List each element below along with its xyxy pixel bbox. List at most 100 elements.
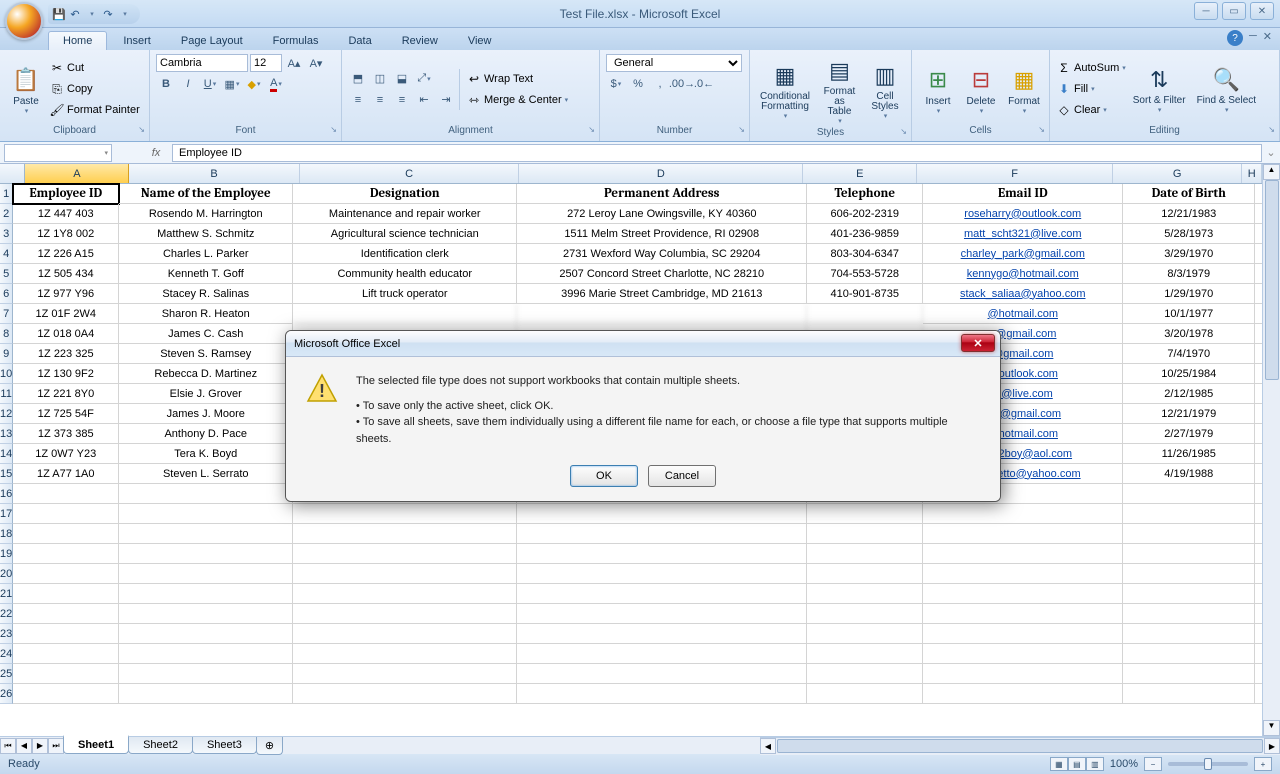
tab-data[interactable]: Data <box>334 32 385 50</box>
underline-button[interactable]: U▾ <box>200 74 220 94</box>
cell[interactable] <box>923 644 1123 664</box>
align-top-button[interactable]: ⬒ <box>348 69 368 89</box>
qat-customize[interactable]: ▾ <box>118 7 132 21</box>
align-center-button[interactable]: ≡ <box>370 90 390 110</box>
cell[interactable] <box>807 644 923 664</box>
cancel-button[interactable]: Cancel <box>648 465 716 487</box>
sheet-tab-3[interactable]: Sheet3 <box>192 737 257 754</box>
row-header[interactable]: 12 <box>0 404 13 424</box>
cell[interactable] <box>293 524 517 544</box>
cell[interactable]: 3996 Marie Street Cambridge, MD 21613 <box>517 284 807 304</box>
cell[interactable] <box>1255 524 1262 544</box>
cell[interactable] <box>1255 344 1262 364</box>
sheet-nav-last[interactable]: ⏭ <box>48 738 64 754</box>
cell[interactable]: Elsie J. Grover <box>119 384 293 404</box>
cell[interactable] <box>807 544 923 564</box>
row-header[interactable]: 15 <box>0 464 13 484</box>
sheet-nav-first[interactable]: ⏮ <box>0 738 16 754</box>
cell[interactable]: Steven L. Serrato <box>119 464 293 484</box>
cell[interactable] <box>119 504 293 524</box>
sheet-nav-next[interactable]: ▶ <box>32 738 48 754</box>
grow-font-button[interactable]: A▴ <box>284 53 304 73</box>
cell[interactable]: 272 Leroy Lane Owingsville, KY 40360 <box>517 204 807 224</box>
row-header[interactable]: 5 <box>0 264 13 284</box>
autosum-button[interactable]: ΣAutoSum▾ <box>1056 58 1126 78</box>
cell[interactable] <box>1255 444 1262 464</box>
cell[interactable] <box>119 604 293 624</box>
insert-cell-button[interactable]: ⊞Insert▾ <box>918 62 958 117</box>
cell[interactable] <box>807 604 923 624</box>
maximize-button[interactable]: ▭ <box>1222 2 1246 20</box>
row-header[interactable]: 23 <box>0 624 13 644</box>
cell[interactable]: Employee ID <box>13 184 119 204</box>
cell[interactable]: James J. Moore <box>119 404 293 424</box>
cell[interactable]: Tera K. Boyd <box>119 444 293 464</box>
column-header-D[interactable]: D <box>519 164 803 183</box>
sheet-tab-2[interactable]: Sheet2 <box>128 737 193 754</box>
cell[interactable] <box>13 584 119 604</box>
conditional-formatting-button[interactable]: ▦Conditional Formatting▾ <box>756 58 814 122</box>
row-header[interactable]: 17 <box>0 504 13 524</box>
cell-styles-button[interactable]: ▥Cell Styles▾ <box>865 58 905 122</box>
row-header[interactable]: 20 <box>0 564 13 584</box>
cell[interactable] <box>807 684 923 704</box>
column-header-F[interactable]: F <box>917 164 1113 183</box>
cell[interactable] <box>1255 464 1262 484</box>
cell[interactable]: 1Z 373 385 <box>13 424 119 444</box>
cell[interactable] <box>1255 364 1262 384</box>
cell[interactable] <box>13 524 119 544</box>
row-header[interactable]: 19 <box>0 544 13 564</box>
cell[interactable] <box>923 524 1123 544</box>
cell[interactable]: Matthew S. Schmitz <box>119 224 293 244</box>
cell[interactable] <box>807 664 923 684</box>
cell[interactable] <box>1123 564 1255 584</box>
cell[interactable] <box>923 564 1123 584</box>
cell[interactable] <box>1123 604 1255 624</box>
cell[interactable]: James C. Cash <box>119 324 293 344</box>
cell[interactable] <box>517 604 807 624</box>
cell[interactable]: Rebecca D. Martinez <box>119 364 293 384</box>
cell[interactable] <box>119 484 293 504</box>
bold-button[interactable]: B <box>156 74 176 94</box>
cell[interactable]: Charles L. Parker <box>119 244 293 264</box>
cell[interactable]: 11/26/1985 <box>1123 444 1255 464</box>
orientation-button[interactable]: ⤢▾ <box>414 69 434 89</box>
cell[interactable]: 2507 Concord Street Charlotte, NC 28210 <box>517 264 807 284</box>
align-right-button[interactable]: ≡ <box>392 90 412 110</box>
cell[interactable] <box>517 504 807 524</box>
cell[interactable] <box>293 684 517 704</box>
cell[interactable] <box>807 584 923 604</box>
cell[interactable] <box>1123 524 1255 544</box>
cell[interactable]: 8/3/1979 <box>1123 264 1255 284</box>
cell[interactable]: 3/29/1970 <box>1123 244 1255 264</box>
cell[interactable]: 10/25/1984 <box>1123 364 1255 384</box>
decrease-decimal-button[interactable]: .0← <box>694 74 714 94</box>
cell[interactable] <box>807 624 923 644</box>
cell[interactable] <box>119 644 293 664</box>
row-header[interactable]: 4 <box>0 244 13 264</box>
format-painter-button[interactable]: 🖌Format Painter <box>49 100 140 120</box>
cell[interactable]: Community health educator <box>293 264 517 284</box>
row-header[interactable]: 25 <box>0 664 13 684</box>
formula-input[interactable]: Employee ID <box>172 144 1262 162</box>
cell[interactable]: 1Z A77 1A0 <box>13 464 119 484</box>
tab-formulas[interactable]: Formulas <box>259 32 333 50</box>
cell[interactable] <box>923 604 1123 624</box>
cell[interactable] <box>1255 384 1262 404</box>
cell[interactable]: Lift truck operator <box>293 284 517 304</box>
cell[interactable]: Permanent Address <box>517 184 807 204</box>
hscroll-right[interactable]: ▶ <box>1264 738 1280 754</box>
cell[interactable]: 1Z 221 8Y0 <box>13 384 119 404</box>
align-middle-button[interactable]: ◫ <box>370 69 390 89</box>
cell[interactable] <box>1123 484 1255 504</box>
cell[interactable]: roseharry@outlook.com <box>923 204 1123 224</box>
vertical-scrollbar[interactable]: ▲ ▼ <box>1262 164 1280 736</box>
cell[interactable] <box>119 664 293 684</box>
tab-home[interactable]: Home <box>48 31 107 50</box>
cell[interactable] <box>923 584 1123 604</box>
cell[interactable]: Date of Birth <box>1123 184 1255 204</box>
cell[interactable] <box>1255 504 1262 524</box>
row-header[interactable]: 16 <box>0 484 13 504</box>
cell[interactable] <box>923 544 1123 564</box>
row-header[interactable]: 10 <box>0 364 13 384</box>
